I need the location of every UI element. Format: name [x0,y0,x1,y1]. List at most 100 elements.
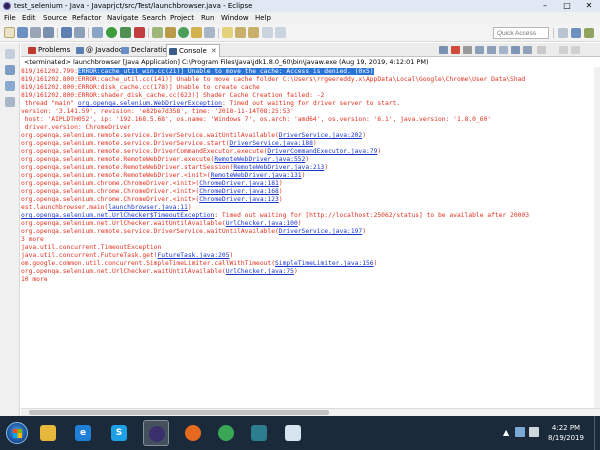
menu-help[interactable]: Help [255,14,271,22]
stack-trace-link[interactable]: ChromeDriver.java:168 [199,188,279,195]
stack-trace-link[interactable]: RemoteWebDriver.java:213 [233,164,324,171]
menu-window[interactable]: Window [221,14,249,22]
external-tools-icon[interactable] [134,27,145,38]
previous-annotation-icon[interactable] [248,27,259,38]
stack-trace-link[interactable]: RemoteWebDriver.java:552 [214,156,305,163]
save-all-icon[interactable] [30,27,41,38]
menu-run[interactable]: Run [201,14,214,22]
volume-icon[interactable] [529,427,539,437]
taskbar-clock[interactable]: 4:22 PM 8/19/2019 [545,423,587,443]
menu-file[interactable]: File [4,14,16,22]
menu-refactor[interactable]: Refactor [72,14,101,22]
outline-icon[interactable] [5,81,15,91]
toggle-icon[interactable] [61,27,72,38]
console-output[interactable]: 819/161202.799:ERROR:cache_util_win.cc(2… [21,67,600,416]
console-line-text: ) [324,164,329,171]
save-icon[interactable] [17,27,28,38]
stack-trace-link[interactable]: org.openqa.selenium.WebDriverException [78,100,222,107]
show-desktop-button[interactable] [594,416,600,450]
view-menu-icon[interactable] [537,46,546,54]
new-package-icon[interactable] [165,27,176,38]
tab-javadoc[interactable]: @ Javadoc [74,44,123,57]
taskbar-app-windows-explorer[interactable] [35,420,61,446]
print-icon[interactable] [43,27,54,38]
stack-trace-link[interactable]: launchbrowser.java:11 [108,204,188,211]
display-console-icon[interactable] [511,46,520,54]
maximize-button[interactable]: □ [556,0,578,12]
stack-trace-link[interactable]: SimpleTimeLimiter.java:156 [275,260,374,267]
open-type-icon[interactable] [191,27,202,38]
minimize-view-icon[interactable] [559,46,568,54]
new-icon[interactable] [4,27,15,38]
skip-breakpoints-icon[interactable] [74,27,85,38]
new-class-icon[interactable] [178,27,189,38]
scroll-lock-icon[interactable] [475,46,484,54]
stack-trace-link[interactable]: ChromeDriver.java:123 [199,196,279,203]
annotation-icon[interactable] [222,27,233,38]
firefox-icon [185,425,201,441]
taskbar-app-eclipse[interactable] [143,420,169,446]
stack-trace-link[interactable]: DriverService.java:188 [230,140,313,147]
menu-source[interactable]: Source [43,14,67,22]
terminate-icon[interactable] [451,46,460,54]
console-line: org.openqa.selenium.remote.RemoteWebDriv… [21,156,309,164]
menu-edit[interactable]: Edit [22,14,36,22]
show-hidden-icons-icon[interactable]: ▲ [503,428,509,437]
restore-icon[interactable] [5,49,15,59]
close-icon[interactable]: ✕ [211,45,217,57]
console-line: org.openqa.selenium.remote.service.Drive… [21,132,366,140]
stack-trace-link[interactable]: DriverService.java:202 [279,132,362,139]
taskbar-app-tool[interactable] [246,420,272,446]
taskbar-app-chrome[interactable] [213,420,239,446]
task-list-icon[interactable] [5,97,15,107]
maximize-view-icon[interactable] [571,46,580,54]
forward-icon[interactable] [275,27,286,38]
stack-trace-link[interactable]: RemoteWebDriver.java:131 [211,172,302,179]
quick-access-input[interactable] [493,27,549,39]
stack-trace-link[interactable]: UrlChecker.java:75 [226,268,294,275]
stack-trace-link[interactable]: DriverCommandExecutor.java:79 [267,148,377,155]
java-perspective-icon[interactable] [571,28,581,38]
taskbar-app-notepad[interactable] [280,420,306,446]
stack-trace-link[interactable]: FutureTask.java:205 [157,252,229,259]
minimize-button[interactable]: – [534,0,556,12]
coverage-icon[interactable] [120,27,131,38]
debug-perspective-icon[interactable] [584,28,594,38]
debug-icon[interactable] [92,27,103,38]
menu-project[interactable]: Project [170,14,194,22]
tab-problems[interactable]: Problems [26,44,70,57]
package-explorer-icon[interactable] [5,65,15,75]
pin-console-icon[interactable] [499,46,508,54]
open-perspective-icon[interactable] [558,28,568,38]
console-line-text: ) [373,260,378,267]
stack-trace-link[interactable]: ChromeDriver.java:181 [199,180,279,187]
run-icon[interactable] [106,27,117,38]
search-icon[interactable] [204,27,215,38]
remove-launch-icon[interactable] [463,46,472,54]
back-icon[interactable] [262,27,273,38]
taskbar-app-skype[interactable]: S [106,420,132,446]
clear-console-icon[interactable] [439,46,448,54]
stack-trace-link[interactable]: DriverService.java:197 [279,228,362,235]
vertical-scrollbar[interactable] [594,67,600,408]
tab-console[interactable]: Console ✕ [166,44,220,57]
taskbar-app-ie[interactable]: e [70,420,96,446]
start-button[interactable] [6,422,28,444]
taskbar-app-firefox[interactable] [180,420,206,446]
new-java-project-icon[interactable] [152,27,163,38]
network-icon[interactable] [515,427,525,437]
close-button[interactable]: ✕ [578,0,600,12]
menu-search[interactable]: Search [142,14,166,22]
horizontal-scrollbar[interactable] [21,408,600,416]
stack-trace-link[interactable]: org.openqa.selenium.net.UrlChecker$Timeo… [21,212,214,219]
console-line-text: ) [187,204,192,211]
menu-navigate[interactable]: Navigate [107,14,138,22]
word-wrap-icon[interactable] [487,46,496,54]
tab-declaration[interactable]: Declaration [119,44,171,57]
menu-bar: File Edit Source Refactor Navigate Searc… [0,12,600,24]
selected-text[interactable]: ERROR:cache_util_win.cc(21)] Unable to m… [77,68,374,75]
stack-trace-link[interactable]: UrlChecker.java:100 [226,220,298,227]
scrollbar-thumb[interactable] [29,410,329,415]
open-console-icon[interactable] [523,46,532,54]
next-annotation-icon[interactable] [235,27,246,38]
